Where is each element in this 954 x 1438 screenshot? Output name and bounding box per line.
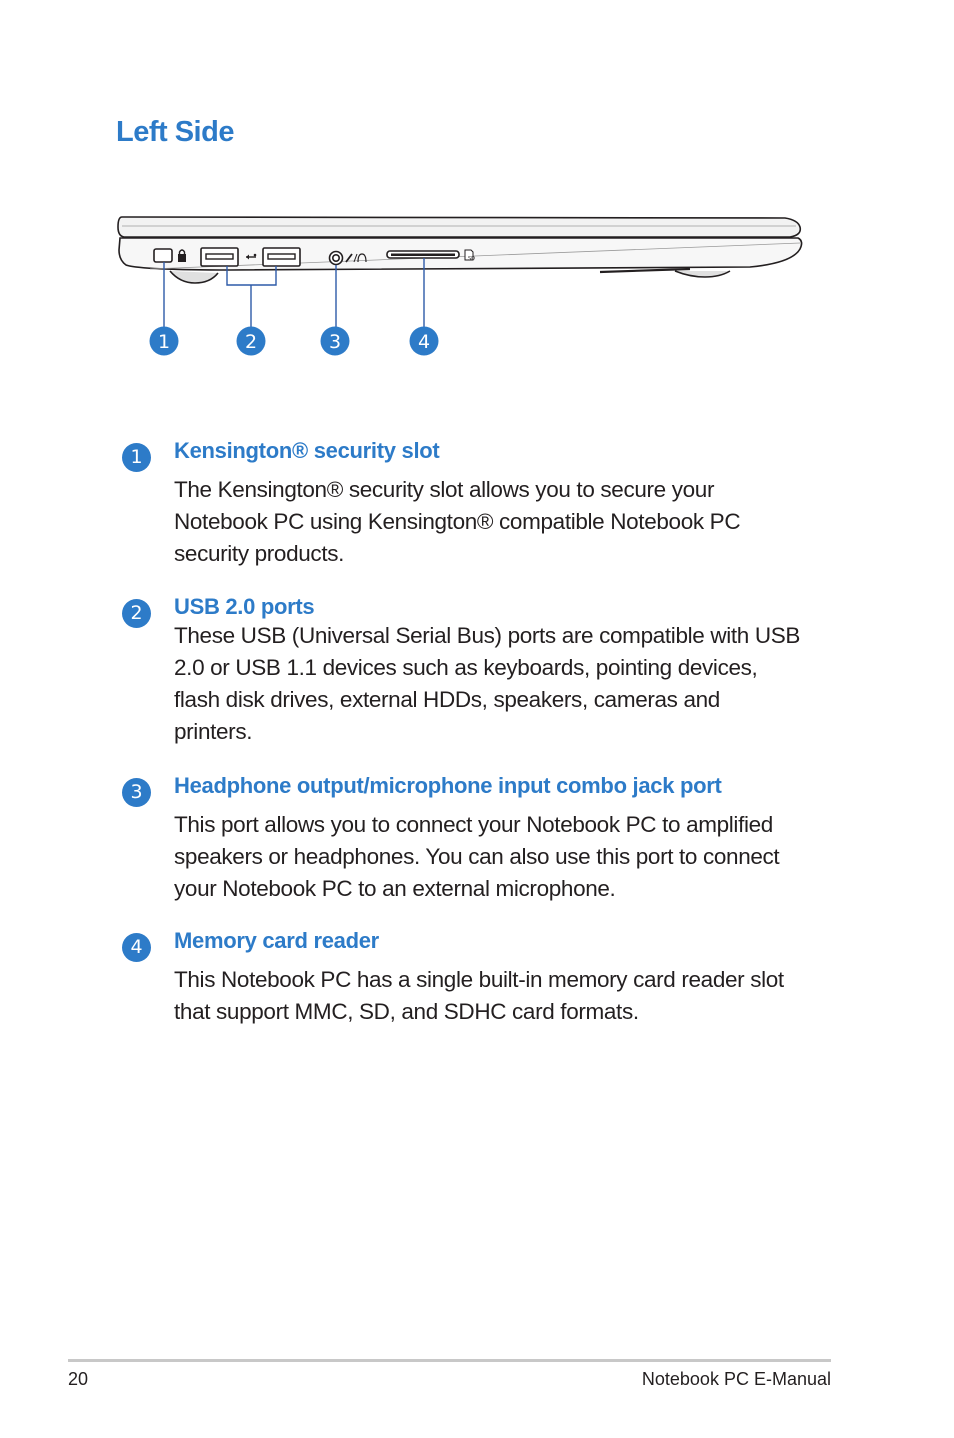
callout-4: 4 bbox=[409, 326, 439, 356]
number-badge: 1 bbox=[122, 443, 151, 472]
callout-1: 1 bbox=[149, 326, 179, 356]
item-heading: Kensington® security slot bbox=[174, 438, 440, 463]
usb-port-2 bbox=[262, 247, 301, 267]
footer-title: Notebook PC E-Manual bbox=[641, 1369, 831, 1389]
item-heading: USB 2.0 ports bbox=[174, 594, 315, 619]
audio-jack bbox=[328, 250, 344, 266]
footer-divider bbox=[68, 1359, 831, 1362]
item-heading: Memory card reader bbox=[174, 928, 379, 953]
memory-card-slot bbox=[386, 250, 460, 259]
laptop-lid bbox=[117, 216, 802, 238]
number-badge: 2 bbox=[122, 599, 151, 628]
item-description: This port allows you to connect your Not… bbox=[174, 812, 780, 901]
number-badge: 4 bbox=[122, 933, 151, 962]
page-number: 20 bbox=[68, 1369, 89, 1389]
item-description: These USB (Universal Serial Bus) ports a… bbox=[174, 623, 801, 744]
kensington-slot bbox=[153, 248, 186, 263]
page-title: Left Side bbox=[116, 116, 234, 148]
svg-text:SD: SD bbox=[468, 256, 475, 262]
item-description: This Notebook PC has a single built-in m… bbox=[174, 967, 784, 1024]
item-heading: Headphone output/microphone input combo … bbox=[174, 773, 722, 798]
callout-3: 3 bbox=[320, 326, 350, 356]
svg-text:2: 2 bbox=[245, 331, 257, 353]
svg-text:1: 1 bbox=[158, 331, 170, 353]
svg-text:4: 4 bbox=[418, 331, 430, 353]
svg-text:3: 3 bbox=[329, 331, 341, 353]
usb-port-1 bbox=[200, 247, 239, 267]
item-description: The Kensington® security slot allows you… bbox=[174, 477, 741, 566]
laptop-left-side-figure: SD 1 2 3 4 bbox=[110, 205, 810, 375]
number-badge: 3 bbox=[122, 778, 151, 807]
callout-2: 2 bbox=[236, 326, 266, 356]
